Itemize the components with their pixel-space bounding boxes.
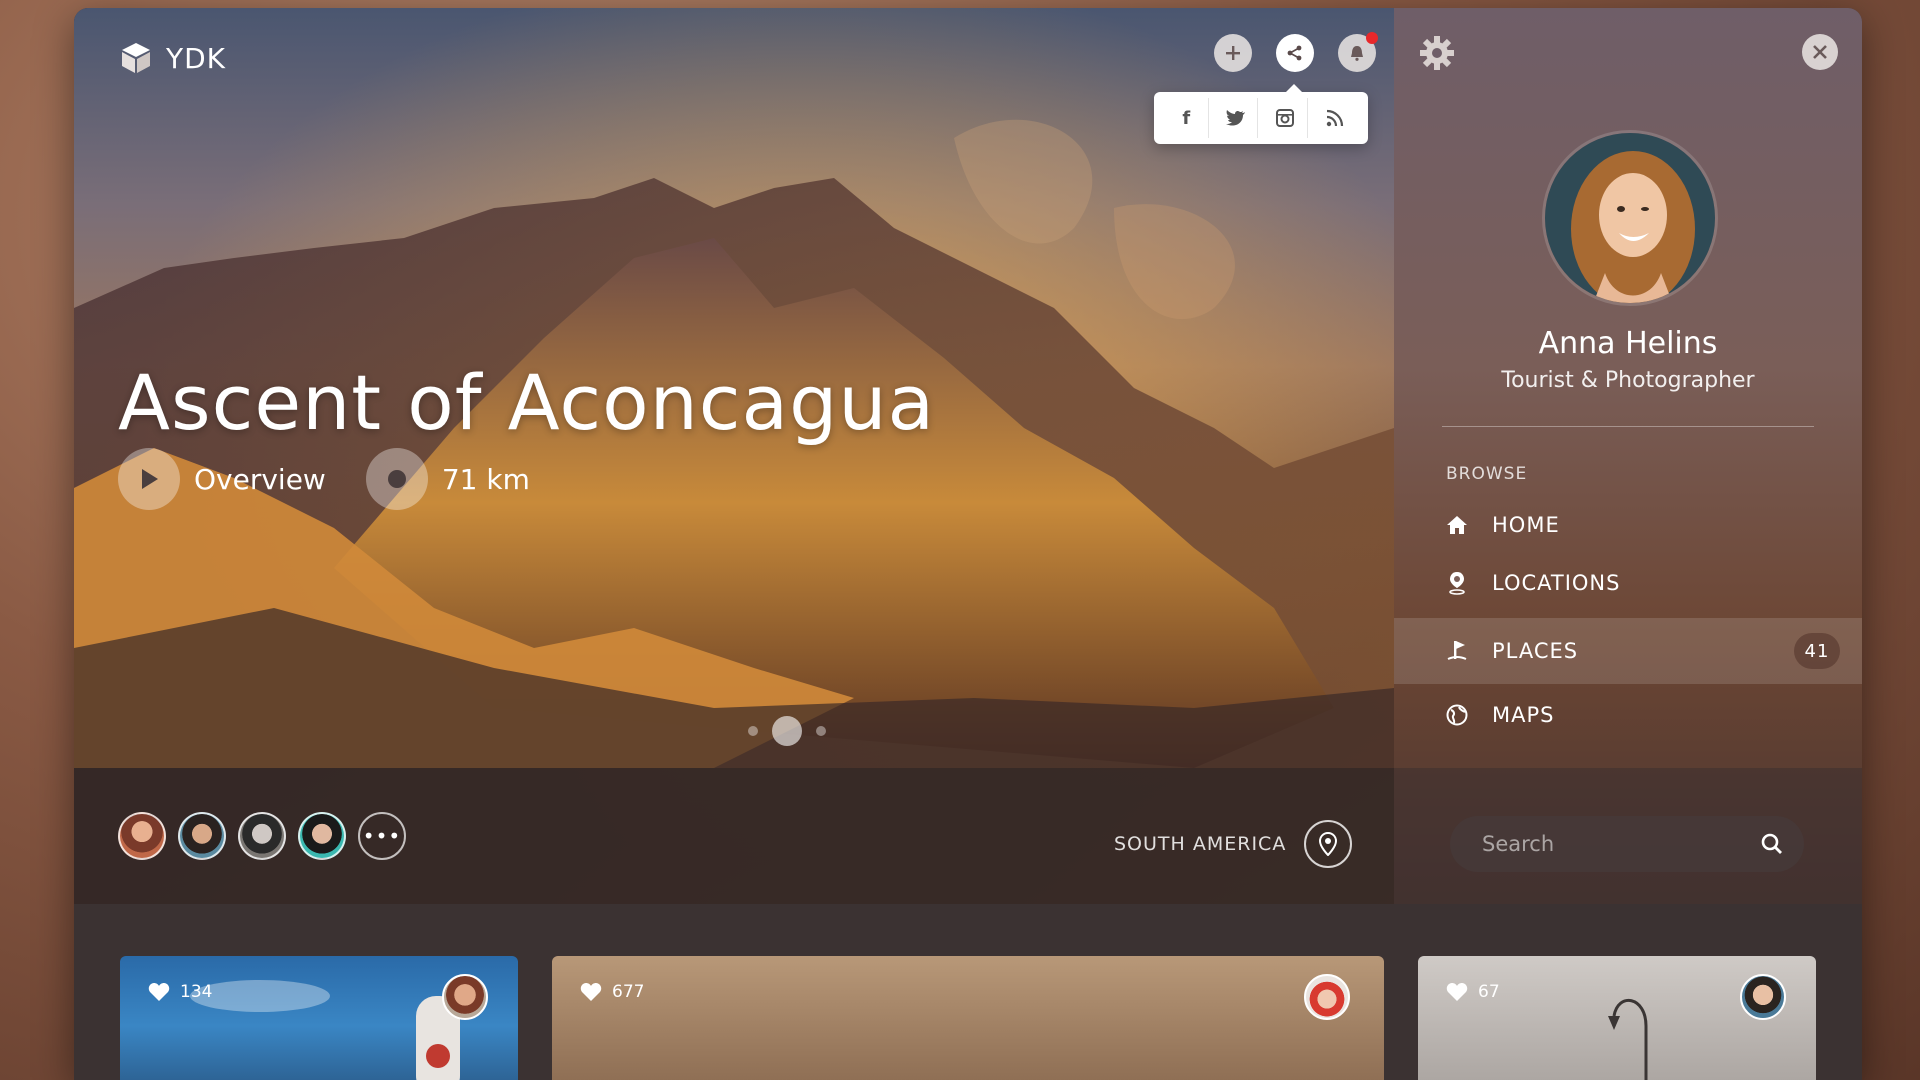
sidebar-item-label: LOCATIONS <box>1492 571 1621 595</box>
play-icon <box>142 469 158 489</box>
top-actions <box>1214 32 1378 72</box>
likes[interactable]: 677 <box>580 982 644 1002</box>
logo[interactable]: YDK <box>118 40 226 76</box>
profile-avatar[interactable] <box>1542 130 1718 306</box>
avatar[interactable] <box>1304 974 1350 1020</box>
heart-icon <box>580 983 602 1001</box>
sidebar-item-label: PLACES <box>1492 639 1579 663</box>
plus-icon <box>1226 46 1240 60</box>
slide-indicator <box>748 716 826 746</box>
share-menu: f <box>1154 84 1368 144</box>
avatar[interactable] <box>178 812 226 860</box>
gear-icon <box>1420 36 1454 70</box>
participants: ••• <box>118 812 406 860</box>
profile-photo <box>1545 133 1715 303</box>
photo-cards: 134 677 67 <box>74 904 1862 1080</box>
heart-icon <box>1446 983 1468 1001</box>
profile-name: Anna Helins <box>1538 326 1718 361</box>
sidebar-item-places[interactable]: PLACES 41 <box>1394 618 1862 684</box>
share-icon <box>1287 45 1302 61</box>
search-input[interactable] <box>1482 832 1742 856</box>
logo-text: YDK <box>166 41 227 75</box>
close-button[interactable] <box>1802 34 1838 70</box>
add-button[interactable] <box>1214 34 1252 72</box>
slide-dot[interactable] <box>816 726 826 736</box>
search-icon[interactable] <box>1760 832 1784 856</box>
overview-button[interactable]: Overview <box>118 448 326 510</box>
region-label: SOUTH AMERICA <box>1114 833 1287 855</box>
likes[interactable]: 67 <box>1446 982 1500 1002</box>
flag-icon <box>1447 641 1467 660</box>
bell-icon <box>1351 46 1363 61</box>
sidebar-item-label: MAPS <box>1492 703 1555 727</box>
likes-count: 67 <box>1478 982 1500 1002</box>
instagram-icon[interactable] <box>1264 98 1308 138</box>
location-button[interactable] <box>1304 820 1353 868</box>
notifications-button[interactable] <box>1338 32 1378 72</box>
globe-icon <box>1446 704 1468 726</box>
close-icon <box>1813 45 1827 59</box>
likes[interactable]: 134 <box>148 982 212 1002</box>
sidebar: Anna Helins Tourist & Photographer BROWS… <box>1394 8 1862 904</box>
heart-icon <box>148 983 170 1001</box>
more-participants-button[interactable]: ••• <box>358 812 406 860</box>
hero-meta: Overview 71 km <box>118 448 530 510</box>
pin-icon <box>1449 572 1465 595</box>
sidebar-item-maps[interactable]: MAPS <box>1394 682 1862 748</box>
avatar[interactable] <box>442 974 488 1020</box>
share-button[interactable] <box>1276 34 1314 72</box>
avatar[interactable] <box>238 812 286 860</box>
page-title: Ascent of Aconcagua <box>118 358 936 447</box>
home-icon <box>1447 516 1467 534</box>
slide-dot-active[interactable] <box>772 716 802 746</box>
likes-count: 134 <box>180 982 213 1002</box>
photo-card[interactable]: 677 <box>552 956 1384 1080</box>
photo-card[interactable]: 67 <box>1418 956 1816 1080</box>
sidebar-item-locations[interactable]: LOCATIONS <box>1394 550 1862 616</box>
distance-indicator: 71 km <box>365 448 530 510</box>
search-box <box>1450 816 1804 872</box>
section-label: BROWSE <box>1446 464 1528 484</box>
rss-icon[interactable] <box>1313 98 1357 138</box>
photo-card[interactable]: 134 <box>120 956 518 1080</box>
divider <box>1442 426 1814 427</box>
overview-label: Overview <box>194 462 326 496</box>
map-pin-icon <box>1319 832 1338 856</box>
cube-logo-icon <box>122 43 150 73</box>
record-circle <box>365 448 428 510</box>
slide-dot[interactable] <box>748 726 758 736</box>
twitter-icon[interactable] <box>1214 98 1259 138</box>
sidebar-item-label: HOME <box>1492 513 1560 537</box>
notification-dot <box>1366 32 1378 44</box>
app-window: YDK f Ascent of Aconcagua Overview 71 km… <box>74 8 1862 1080</box>
sidebar-item-home[interactable]: HOME <box>1394 492 1862 558</box>
distance-value: 71 km <box>441 462 530 496</box>
avatar[interactable] <box>298 812 346 860</box>
count-badge: 41 <box>1794 633 1840 669</box>
avatar[interactable] <box>118 812 166 860</box>
profile-role: Tourist & Photographer <box>1501 368 1755 393</box>
region-location[interactable]: SOUTH AMERICA <box>1114 820 1353 868</box>
hero-banner: YDK f Ascent of Aconcagua Overview 71 km… <box>74 8 1394 904</box>
play-circle <box>118 448 180 510</box>
settings-button[interactable] <box>1418 34 1456 76</box>
facebook-icon[interactable]: f <box>1165 98 1209 138</box>
likes-count: 677 <box>612 982 645 1002</box>
target-icon <box>387 470 406 488</box>
avatar[interactable] <box>1740 974 1786 1020</box>
